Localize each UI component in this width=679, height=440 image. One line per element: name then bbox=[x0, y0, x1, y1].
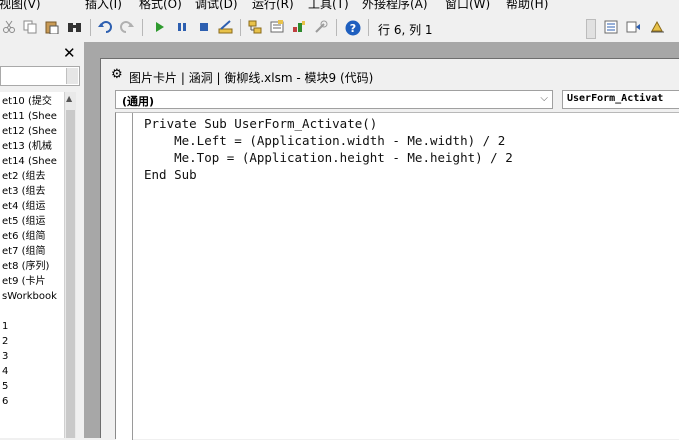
toolbox-icon[interactable] bbox=[314, 20, 328, 34]
break-icon[interactable] bbox=[175, 20, 189, 34]
tree-item[interactable]: 6 bbox=[2, 394, 8, 409]
standard-toolbar: ? 行 6, 列 1 bbox=[0, 12, 679, 43]
project-tree[interactable]: et10 (提交 et11 (Shee et12 (Shee et13 (机械 … bbox=[0, 92, 64, 438]
tree-item[interactable]: et2 (组去 bbox=[2, 169, 46, 184]
code-window-title: 图片卡片 | 涵洞 | 衡柳线.xlsm - 模块9 (代码) bbox=[129, 71, 374, 85]
project-dropdown[interactable] bbox=[0, 66, 80, 86]
procedure-dropdown[interactable]: UserForm_Activat bbox=[562, 90, 679, 109]
project-explorer-panel: ✕ et10 (提交 et11 (Shee et12 (Shee et13 (机… bbox=[0, 42, 84, 438]
menu-window[interactable]: 窗口(W) bbox=[445, 0, 490, 12]
margin-indicator-bar[interactable] bbox=[116, 113, 133, 440]
scroll-up-icon[interactable]: ▲ bbox=[66, 94, 72, 103]
chevron-down-icon[interactable]: ⌵ bbox=[540, 93, 548, 104]
menu-run[interactable]: 运行(R) bbox=[252, 0, 294, 12]
tree-item[interactable]: et13 (机械 bbox=[2, 139, 52, 154]
tree-item[interactable]: et9 (卡片 bbox=[2, 274, 46, 289]
copy-icon[interactable] bbox=[23, 20, 37, 34]
toolbar-separator bbox=[368, 19, 369, 36]
menu-format[interactable]: 格式(O) bbox=[139, 0, 182, 12]
code-line[interactable]: Me.Top = (Application.height - Me.height… bbox=[144, 150, 513, 165]
menu-help[interactable]: 帮助(H) bbox=[506, 0, 548, 12]
code-editor[interactable]: Private Sub UserForm_Activate() Me.Left … bbox=[115, 112, 679, 440]
tree-item[interactable]: sWorkbook bbox=[2, 289, 57, 304]
project-explorer-icon[interactable] bbox=[248, 20, 262, 34]
menu-view[interactable]: 视图(V) bbox=[0, 0, 41, 12]
design-mode-icon[interactable] bbox=[218, 20, 233, 34]
svg-text:?: ? bbox=[350, 22, 356, 35]
tree-item[interactable]: et4 (组运 bbox=[2, 199, 46, 214]
object-browser-icon[interactable] bbox=[292, 20, 306, 34]
toolbar-overflow-chevron[interactable] bbox=[586, 19, 596, 39]
tree-item[interactable]: et7 (组简 bbox=[2, 244, 46, 259]
indent-icon[interactable] bbox=[604, 20, 618, 34]
tree-item[interactable]: et3 (组去 bbox=[2, 184, 46, 199]
procedure-dropdown-value: UserForm_Activat bbox=[567, 93, 664, 104]
object-dropdown[interactable]: (通用) ⌵ bbox=[115, 90, 553, 109]
menu-insert[interactable]: 插入(I) bbox=[85, 0, 122, 12]
chevron-down-icon[interactable] bbox=[66, 68, 78, 84]
tree-item[interactable]: 4 bbox=[2, 364, 8, 379]
find-icon[interactable] bbox=[67, 20, 81, 34]
close-icon[interactable]: ✕ bbox=[63, 46, 76, 61]
undo-icon[interactable] bbox=[98, 20, 112, 34]
tree-item[interactable]: 3 bbox=[2, 349, 8, 364]
module-icon: ⚙ bbox=[111, 67, 123, 82]
menu-debug[interactable]: 调试(D) bbox=[195, 0, 238, 12]
tree-item[interactable]: et11 (Shee bbox=[2, 109, 57, 124]
toolbar-separator bbox=[240, 19, 241, 36]
properties-icon[interactable] bbox=[270, 20, 284, 34]
menu-bar: 视图(V) 插入(I) 格式(O) 调试(D) 运行(R) 工具(T) 外接程序… bbox=[0, 0, 679, 12]
tree-item[interactable]: 5 bbox=[2, 379, 8, 394]
project-tree-scrollbar[interactable]: ▲ bbox=[64, 92, 76, 438]
cut-icon[interactable] bbox=[2, 20, 16, 34]
scroll-thumb[interactable] bbox=[66, 110, 75, 438]
toolbar-separator bbox=[142, 19, 143, 36]
help-icon[interactable]: ? bbox=[345, 20, 361, 36]
toolbar-separator bbox=[336, 19, 337, 36]
tree-item[interactable]: 1 bbox=[2, 319, 8, 334]
tree-item[interactable]: 2 bbox=[2, 334, 8, 349]
run-icon[interactable] bbox=[153, 20, 167, 34]
object-dropdown-value: (通用) bbox=[122, 95, 155, 108]
tree-item[interactable]: et6 (组简 bbox=[2, 229, 46, 244]
paste-icon[interactable] bbox=[45, 20, 59, 34]
reset-icon[interactable] bbox=[197, 20, 211, 34]
tree-item[interactable]: et8 (序列) bbox=[2, 259, 49, 274]
code-line[interactable]: Private Sub UserForm_Activate() bbox=[144, 116, 377, 131]
cursor-position-readout: 行 6, 列 1 bbox=[378, 23, 433, 37]
edit-toolbar-icon[interactable] bbox=[650, 20, 664, 34]
tree-item[interactable]: et12 (Shee bbox=[2, 124, 57, 139]
menu-tools[interactable]: 工具(T) bbox=[308, 0, 349, 12]
code-line[interactable]: End Sub bbox=[144, 167, 197, 182]
tree-item[interactable]: et10 (提交 bbox=[2, 94, 52, 109]
outdent-icon[interactable] bbox=[626, 20, 640, 34]
toolbar-separator bbox=[90, 19, 91, 36]
tree-item[interactable]: et5 (组运 bbox=[2, 214, 46, 229]
tree-item[interactable]: et14 (Shee bbox=[2, 154, 57, 169]
code-window-titlebar[interactable]: ⚙ 图片卡片 | 涵洞 | 衡柳线.xlsm - 模块9 (代码) bbox=[101, 59, 679, 89]
redo-icon[interactable] bbox=[120, 20, 134, 34]
code-window: ⚙ 图片卡片 | 涵洞 | 衡柳线.xlsm - 模块9 (代码) (通用) ⌵… bbox=[100, 58, 679, 440]
menu-addins[interactable]: 外接程序(A) bbox=[362, 0, 428, 12]
code-line[interactable]: Me.Left = (Application.width - Me.width)… bbox=[144, 133, 505, 148]
